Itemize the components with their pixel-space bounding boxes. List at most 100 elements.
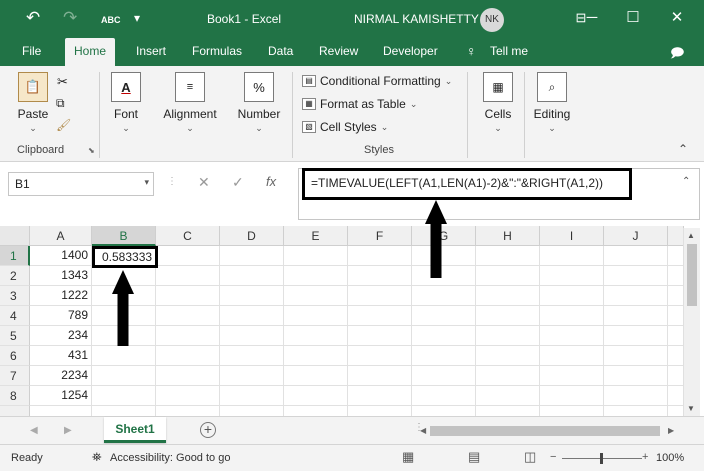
cell-a9[interactable] [30, 406, 92, 416]
tab-formulas[interactable]: Formulas [192, 44, 242, 58]
grid-cell[interactable] [604, 326, 668, 346]
grid-cell[interactable] [156, 346, 220, 366]
comment-icon[interactable]: 🗩 [670, 44, 684, 66]
cell-styles-button[interactable]: ▧ Cell Styles ⌄ [302, 120, 388, 134]
grid-cell[interactable] [604, 386, 668, 406]
cell-a4[interactable]: 789 [30, 306, 92, 326]
grid-cell[interactable] [348, 366, 412, 386]
row-header[interactable]: 7 [0, 366, 30, 386]
tab-review[interactable]: Review [319, 44, 358, 58]
grid-cell[interactable] [604, 266, 668, 286]
grid-cell[interactable] [668, 306, 684, 326]
grid-cell[interactable] [412, 346, 476, 366]
cell-a2[interactable]: 1343 [30, 266, 92, 286]
grid-cell[interactable] [156, 266, 220, 286]
column-header[interactable] [668, 226, 684, 246]
grid-cell[interactable] [476, 326, 540, 346]
grid-cell[interactable] [604, 306, 668, 326]
grid-cell[interactable] [348, 406, 412, 416]
grid-cell[interactable] [156, 286, 220, 306]
grid-cell[interactable] [668, 406, 684, 416]
copy-icon[interactable]: ⧉ [56, 96, 65, 111]
grid-cell[interactable] [220, 266, 284, 286]
scroll-left-icon[interactable]: ◀ [420, 426, 426, 435]
paste-button[interactable]: 📋 Paste ⌄ [14, 72, 52, 134]
column-header[interactable]: F [348, 226, 412, 246]
cell-a8[interactable]: 1254 [30, 386, 92, 406]
number-button[interactable]: % Number ⌄ [234, 72, 284, 134]
cell-a1[interactable]: 1400 [30, 246, 92, 266]
grid-cell[interactable] [284, 366, 348, 386]
grid-cell[interactable] [412, 406, 476, 416]
cut-icon[interactable]: ✂ [57, 74, 68, 90]
grid-cell[interactable] [348, 386, 412, 406]
cells-button[interactable]: ▦ Cells ⌄ [478, 72, 518, 134]
grid-cell[interactable] [668, 286, 684, 306]
grid-cell[interactable] [284, 306, 348, 326]
grid-cell[interactable] [668, 266, 684, 286]
grid-cell[interactable] [476, 246, 540, 266]
grid-cell[interactable] [92, 406, 156, 416]
grid-cell[interactable] [220, 286, 284, 306]
font-button[interactable]: A Font ⌄ [108, 72, 144, 134]
grid-cell[interactable] [540, 366, 604, 386]
row-header[interactable] [0, 406, 30, 416]
grid-cell[interactable] [156, 406, 220, 416]
grid-cell[interactable] [668, 246, 684, 266]
dialog-launcher-icon[interactable]: ⬊ [88, 146, 95, 155]
undo-icon[interactable]: ↶ [26, 8, 40, 28]
column-header[interactable]: A [30, 226, 92, 246]
grid-cell[interactable] [220, 346, 284, 366]
cell-a3[interactable]: 1222 [30, 286, 92, 306]
grid-cell[interactable] [156, 306, 220, 326]
tab-developer[interactable]: Developer [383, 44, 438, 58]
collapse-ribbon-icon[interactable]: ⌃ [678, 142, 688, 156]
grid-cell[interactable] [220, 386, 284, 406]
maximize-button[interactable]: ☐ [620, 6, 646, 30]
add-sheet-button[interactable]: + [200, 422, 216, 438]
row-header[interactable]: 1 [0, 246, 30, 266]
grid-cell[interactable] [412, 306, 476, 326]
accessibility-status[interactable]: Accessibility: Good to go [110, 452, 230, 464]
row-header[interactable]: 4 [0, 306, 30, 326]
conditional-formatting-button[interactable]: ▤ Conditional Formatting ⌄ [302, 74, 452, 88]
row-header[interactable]: 8 [0, 386, 30, 406]
grid-cell[interactable] [92, 366, 156, 386]
column-header[interactable]: C [156, 226, 220, 246]
grid-cell[interactable] [348, 346, 412, 366]
scroll-up-icon[interactable]: ▲ [687, 231, 695, 240]
tab-insert[interactable]: Insert [136, 44, 166, 58]
cell-a5[interactable]: 234 [30, 326, 92, 346]
grid-cell[interactable] [476, 406, 540, 416]
grid-cell[interactable] [284, 286, 348, 306]
column-header[interactable]: D [220, 226, 284, 246]
grid-cell[interactable] [156, 246, 220, 266]
normal-view-icon[interactable]: ▦ [402, 449, 414, 465]
grid-cell[interactable] [476, 366, 540, 386]
next-sheet-icon[interactable]: ▶ [64, 425, 72, 436]
grid-cell[interactable] [540, 306, 604, 326]
redo-icon[interactable]: ↷ [63, 8, 77, 28]
scroll-thumb[interactable] [687, 244, 697, 306]
grid-cell[interactable] [284, 326, 348, 346]
minimize-button[interactable]: ─ [582, 6, 602, 30]
grid-cell[interactable] [540, 386, 604, 406]
active-cell-b1[interactable]: 0.583333 [92, 246, 158, 268]
grid-cell[interactable] [284, 386, 348, 406]
grid-cell[interactable] [476, 386, 540, 406]
grid-cell[interactable] [220, 306, 284, 326]
scroll-down-icon[interactable]: ▼ [687, 404, 695, 413]
grid-cell[interactable] [604, 346, 668, 366]
column-header[interactable]: B [92, 226, 156, 246]
row-header[interactable]: 6 [0, 346, 30, 366]
grid-cell[interactable] [156, 386, 220, 406]
column-header[interactable]: E [284, 226, 348, 246]
column-header[interactable]: I [540, 226, 604, 246]
format-as-table-button[interactable]: ▦ Format as Table ⌄ [302, 97, 417, 111]
page-layout-icon[interactable]: ▤ [468, 449, 480, 465]
grid-cell[interactable] [412, 326, 476, 346]
grid-cell[interactable] [412, 386, 476, 406]
grid-cell[interactable] [412, 286, 476, 306]
grid-cell[interactable] [220, 246, 284, 266]
grid-cell[interactable] [348, 246, 412, 266]
